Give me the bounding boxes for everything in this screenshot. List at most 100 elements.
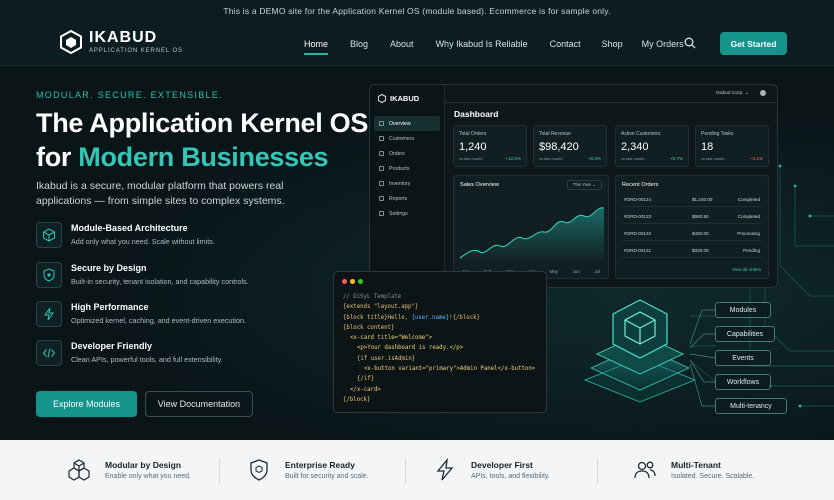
order-status: Completed bbox=[737, 214, 760, 219]
highlight-item: Enterprise Ready Built for security and s… bbox=[247, 440, 369, 500]
brand-logo[interactable]: IKABUD APPLICATION KERNEL OS bbox=[60, 30, 183, 54]
x-tick: Jul bbox=[594, 269, 600, 274]
hero-title-line2: for Modern Businesses bbox=[36, 140, 368, 174]
dashboard-sidebar: IKABUD Overview Customers Orders Product… bbox=[370, 85, 445, 287]
table-row[interactable]: #ORD-00121 $320.00 Pending bbox=[622, 244, 762, 258]
module-tag-modules[interactable]: Modules bbox=[715, 302, 771, 318]
code-token: {block title}Hello, bbox=[343, 314, 412, 321]
cart-icon bbox=[379, 151, 384, 156]
stat-value: 18 bbox=[701, 141, 714, 153]
users-icon bbox=[634, 461, 656, 479]
highlight-desc: Built for security and scale. bbox=[285, 473, 369, 480]
order-amount: $450.00 bbox=[692, 231, 709, 236]
highlight-title: Multi-Tenant bbox=[671, 460, 721, 470]
recent-orders-panel: Recent Orders #ORD-00124 $1,240.00 Complet… bbox=[615, 175, 769, 279]
highlight-title: Enterprise Ready bbox=[285, 460, 355, 470]
top-navigation: IKABUD APPLICATION KERNEL OS Home Blog A… bbox=[0, 22, 834, 66]
feature-title: Developer Friendly bbox=[71, 341, 153, 351]
code-line: {block title}Hello, {user.name}!{/block} bbox=[343, 313, 537, 323]
get-started-button[interactable]: Get Started bbox=[720, 32, 787, 55]
order-id: #ORD-00124 bbox=[624, 197, 652, 202]
feature-desc: Add only what you need. Scale without li… bbox=[71, 237, 215, 246]
search-icon[interactable] bbox=[684, 37, 696, 49]
nav-why-reliable[interactable]: Why Ikabud Is Reliable bbox=[436, 39, 528, 49]
order-status: Completed bbox=[737, 197, 760, 202]
stat-value: $98,420 bbox=[539, 141, 579, 153]
shield-icon bbox=[250, 459, 268, 481]
hero-title-prefix: for bbox=[36, 142, 79, 172]
stat-card: Total Orders 1,240 vs last month +12.5% bbox=[453, 125, 527, 167]
hexagon-logo-icon bbox=[60, 30, 82, 54]
company-selector[interactable]: Ikabud Corp. ⌄ bbox=[716, 91, 749, 96]
recent-orders-title: Recent Orders bbox=[622, 182, 659, 188]
nav-home[interactable]: Home bbox=[304, 39, 329, 55]
table-row[interactable]: #ORD-00122 $450.00 Processing bbox=[622, 227, 762, 241]
code-line: <x-button variant="primary">Admin Panel<… bbox=[364, 366, 536, 373]
dash-nav-inventory[interactable]: Inventory bbox=[374, 176, 440, 191]
report-icon bbox=[379, 196, 384, 201]
view-documentation-button[interactable]: View Documentation bbox=[145, 391, 253, 417]
period-selector[interactable]: This Year ⌄ bbox=[566, 180, 602, 190]
stat-foot: vs last month bbox=[701, 156, 725, 161]
dash-nav-customers[interactable]: Customers bbox=[374, 131, 440, 146]
dash-nav-settings[interactable]: Settings bbox=[374, 206, 440, 221]
users-icon bbox=[379, 136, 384, 141]
dash-nav-products[interactable]: Products bbox=[374, 161, 440, 176]
main-menu: Home Blog About Why Ikabud Is Reliable C… bbox=[304, 22, 684, 66]
maximize-dot-icon bbox=[358, 279, 363, 284]
view-all-orders-link[interactable]: View all orders bbox=[732, 267, 761, 272]
nav-my-orders[interactable]: My Orders bbox=[642, 39, 684, 49]
highlight-desc: Enable only what you need. bbox=[105, 473, 192, 480]
explore-modules-button[interactable]: Explore Modules bbox=[36, 391, 137, 417]
module-tag-multi-tenancy[interactable]: Multi-tenancy bbox=[715, 398, 787, 414]
shield-icon bbox=[43, 268, 55, 282]
stat-foot: vs last month bbox=[539, 156, 563, 161]
hero-lead: Ikabud is a secure, modular platform tha… bbox=[36, 180, 285, 207]
dashboard-preview: IKABUD Overview Customers Orders Product… bbox=[369, 84, 778, 288]
nav-about[interactable]: About bbox=[390, 39, 414, 49]
feature-desc: Optimized kernel, caching, and event-dri… bbox=[71, 316, 246, 325]
dash-nav-label: Reports bbox=[389, 195, 408, 202]
table-row[interactable]: #ORD-00123 $980.50 Completed bbox=[622, 210, 762, 224]
highlight-item: Multi-Tenant Isolated. Secure. Scalable. bbox=[633, 440, 754, 500]
stat-delta: +12.5% bbox=[505, 156, 521, 161]
dash-nav-label: Orders bbox=[389, 150, 405, 157]
stat-label: Active Customers bbox=[621, 131, 661, 137]
feature-title: High Performance bbox=[71, 302, 149, 312]
highlight-desc: Isolated. Secure. Scalable. bbox=[671, 473, 755, 480]
dash-nav-reports[interactable]: Reports bbox=[374, 191, 440, 206]
user-icon[interactable] bbox=[760, 90, 766, 96]
dash-nav-overview[interactable]: Overview bbox=[374, 116, 440, 131]
order-status: Processing bbox=[737, 231, 760, 236]
module-tag-workflows[interactable]: Workflows bbox=[715, 374, 771, 390]
highlight-title: Developer First bbox=[471, 460, 533, 470]
code-line: <p>Your dashboard is ready.</p> bbox=[357, 345, 464, 352]
nav-shop[interactable]: Shop bbox=[602, 39, 623, 49]
stat-label: Pending Tasks bbox=[701, 131, 734, 137]
module-tag-capabilities[interactable]: Capabilities bbox=[715, 326, 775, 342]
close-dot-icon bbox=[342, 279, 347, 284]
dash-nav-orders[interactable]: Orders bbox=[374, 146, 440, 161]
dash-nav-label: Products bbox=[389, 165, 410, 172]
code-token: !{/block} bbox=[449, 314, 480, 321]
code-line: {block content} bbox=[343, 324, 395, 331]
hexagon-logo-icon bbox=[378, 94, 386, 103]
stat-label: Total Orders bbox=[459, 131, 487, 137]
table-row[interactable]: #ORD-00124 $1,240.00 Completed bbox=[622, 193, 762, 207]
stat-delta: −3.1% bbox=[749, 156, 763, 161]
grid-icon bbox=[379, 121, 384, 126]
dash-nav-label: Customers bbox=[389, 135, 415, 142]
code-line: // DiSyL Template bbox=[343, 294, 402, 300]
code-line: {/block} bbox=[343, 396, 371, 403]
nav-contact[interactable]: Contact bbox=[550, 39, 581, 49]
window-controls bbox=[342, 279, 363, 284]
module-tag-events[interactable]: Events bbox=[715, 350, 771, 366]
stat-card: Pending Tasks 18 vs last month −3.1% bbox=[695, 125, 769, 167]
order-id: #ORD-00122 bbox=[624, 231, 652, 236]
nav-blog[interactable]: Blog bbox=[350, 39, 368, 49]
stat-value: 1,240 bbox=[459, 141, 487, 153]
feature-item: Module-Based Architecture Add only what y… bbox=[36, 222, 296, 252]
sales-overview-title: Sales Overview bbox=[460, 182, 499, 188]
feature-item: Developer Friendly Clean APIs, powerful t… bbox=[36, 340, 296, 370]
dash-nav-label: Inventory bbox=[389, 180, 411, 187]
